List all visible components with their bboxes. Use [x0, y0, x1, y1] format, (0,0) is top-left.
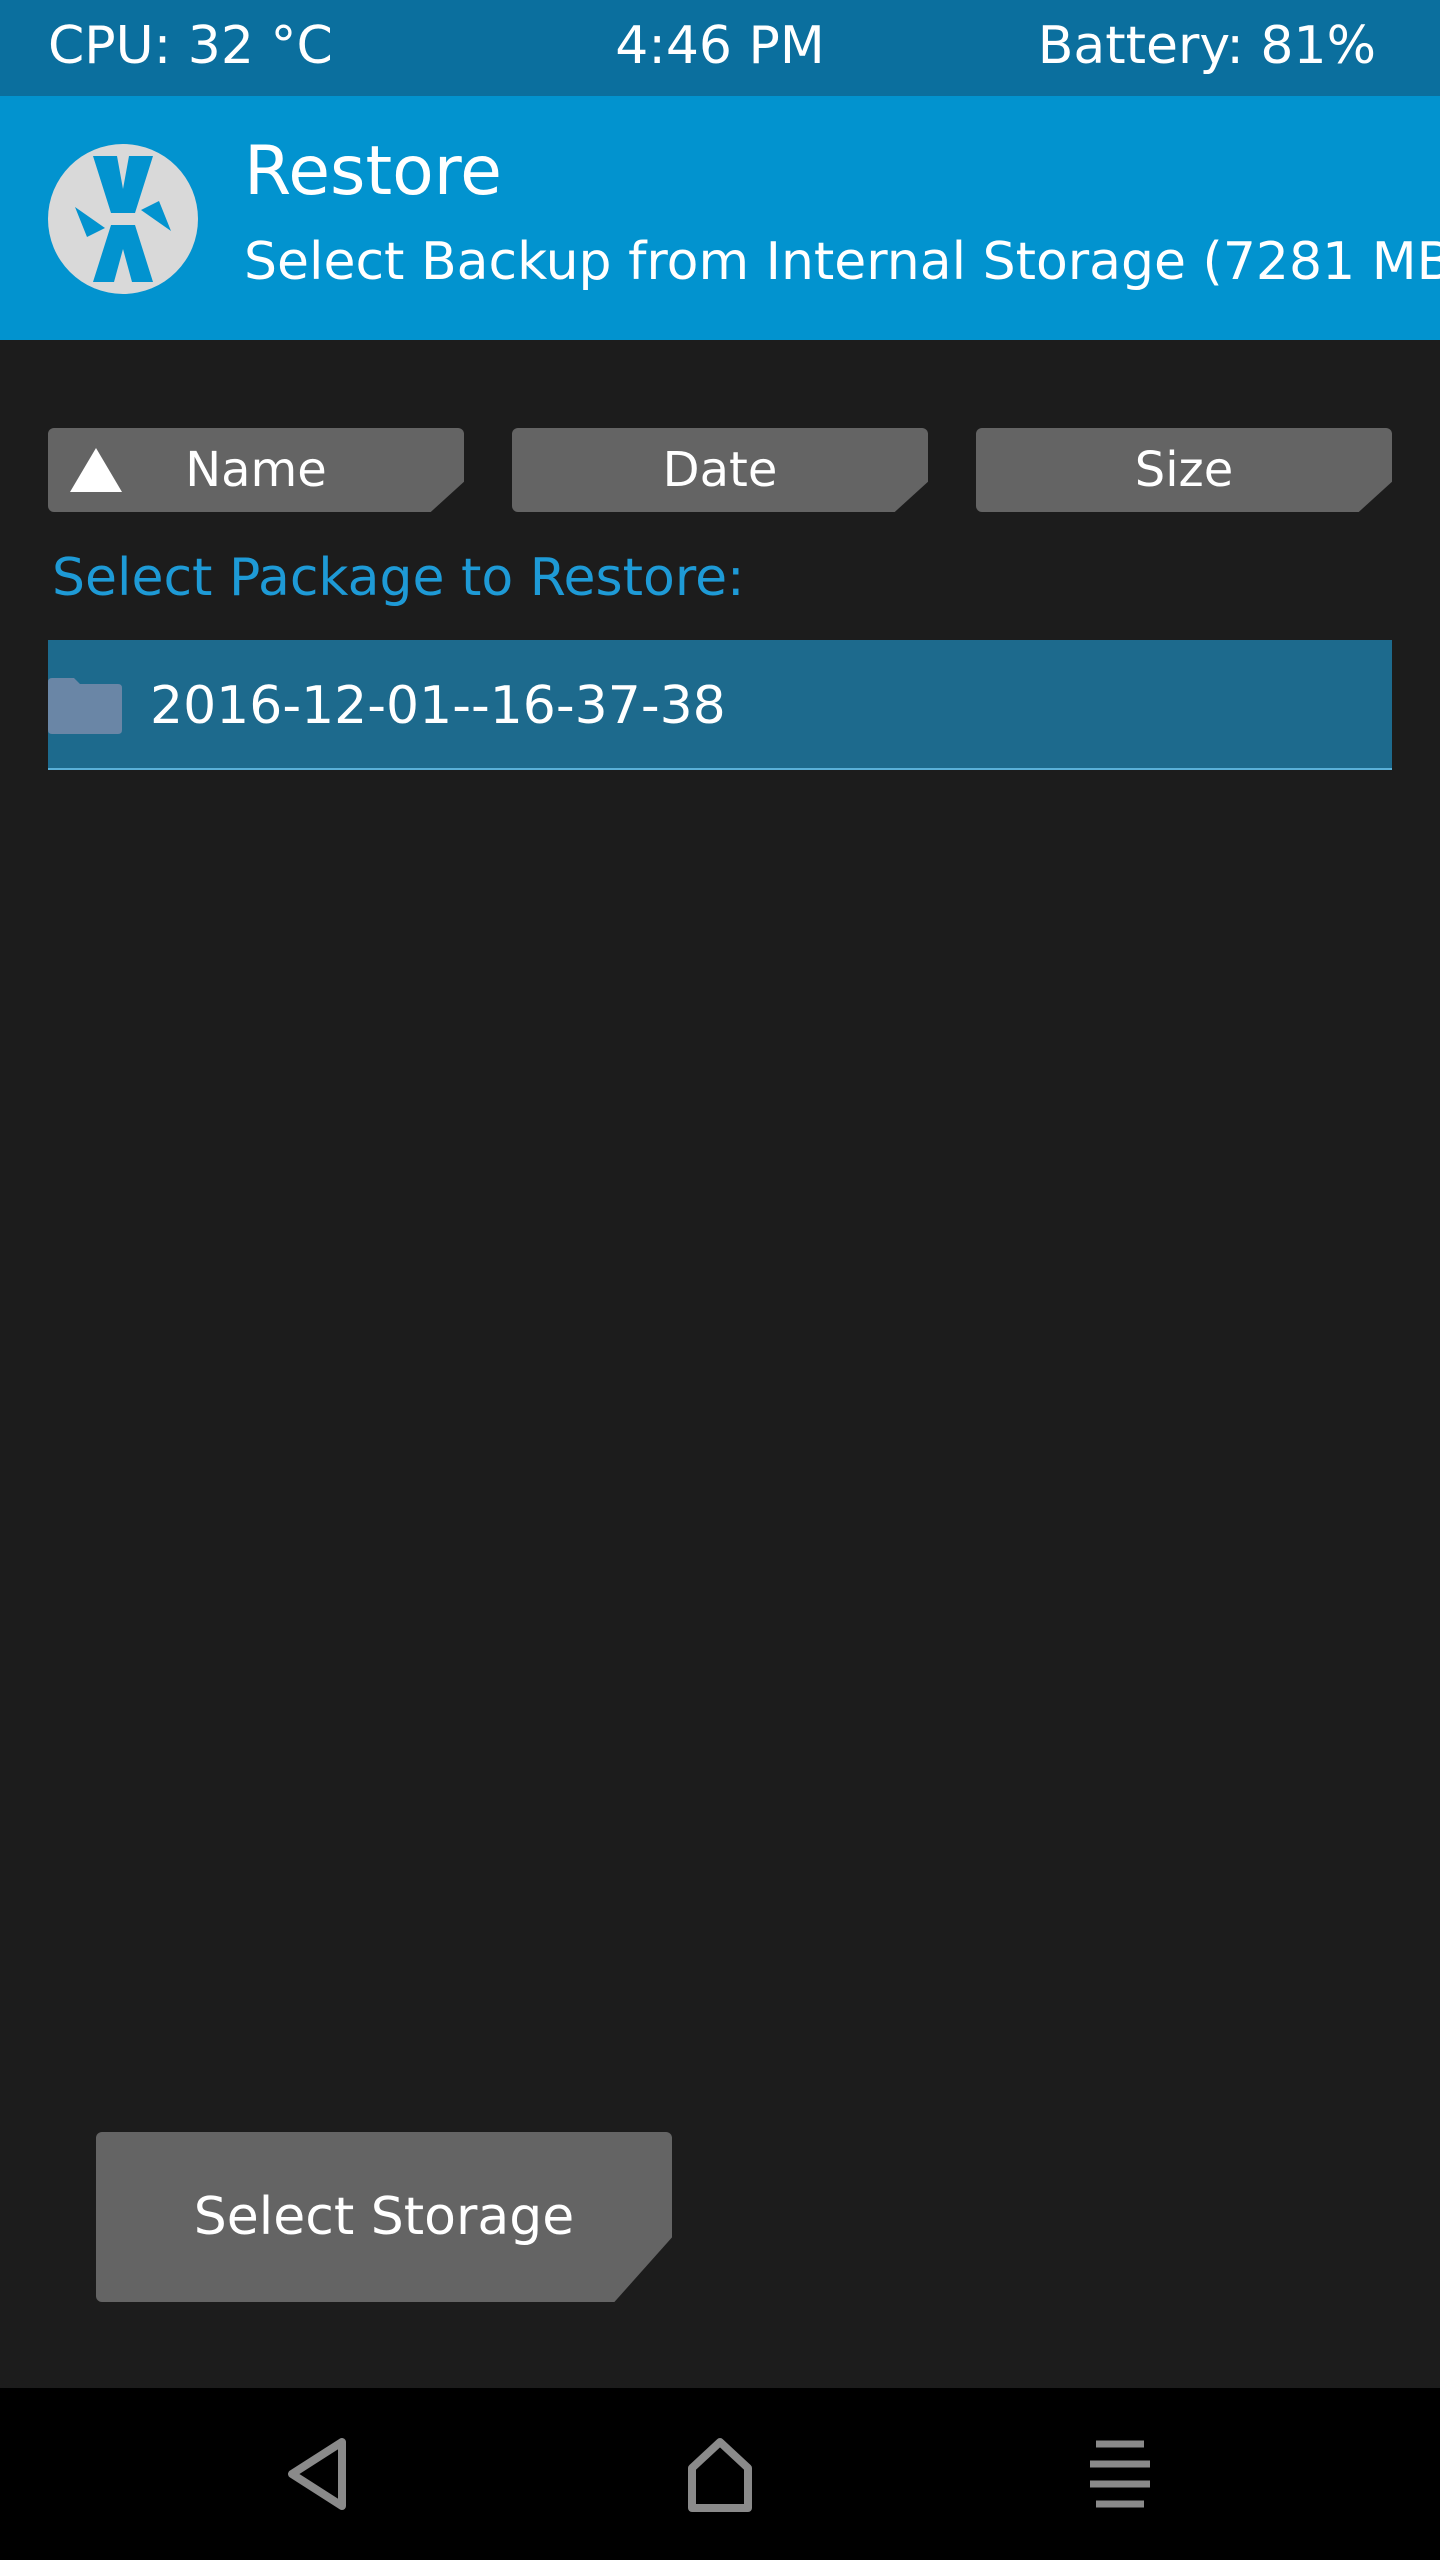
back-icon[interactable] [270, 2424, 370, 2524]
package-label: 2016-12-01--16-37-38 [150, 676, 726, 736]
menu-icon[interactable] [1070, 2424, 1170, 2524]
home-icon[interactable] [670, 2424, 770, 2524]
status-bar: CPU: 32 °C 4:46 PM Battery: 81% [0, 0, 1440, 96]
sort-by-date-button[interactable]: Date [512, 428, 928, 512]
folder-icon [48, 678, 122, 734]
select-storage-button[interactable]: Select Storage [96, 2132, 672, 2302]
page-subtitle: Select Backup from Internal Storage (728… [244, 232, 1440, 292]
sort-size-label: Size [1134, 442, 1234, 498]
navigation-bar [0, 2388, 1440, 2560]
section-label: Select Package to Restore: [52, 548, 745, 608]
sort-by-size-button[interactable]: Size [976, 428, 1392, 512]
sort-name-label: Name [185, 442, 327, 498]
page-header: Restore Select Backup from Internal Stor… [0, 96, 1440, 340]
twrp-logo-icon [48, 144, 198, 294]
page-title: Restore [244, 132, 503, 211]
battery-level: Battery: 81% [1037, 16, 1376, 76]
list-item[interactable]: 2016-12-01--16-37-38 [48, 640, 1392, 770]
sort-date-label: Date [662, 442, 778, 498]
sort-by-name-button[interactable]: Name [48, 428, 464, 512]
